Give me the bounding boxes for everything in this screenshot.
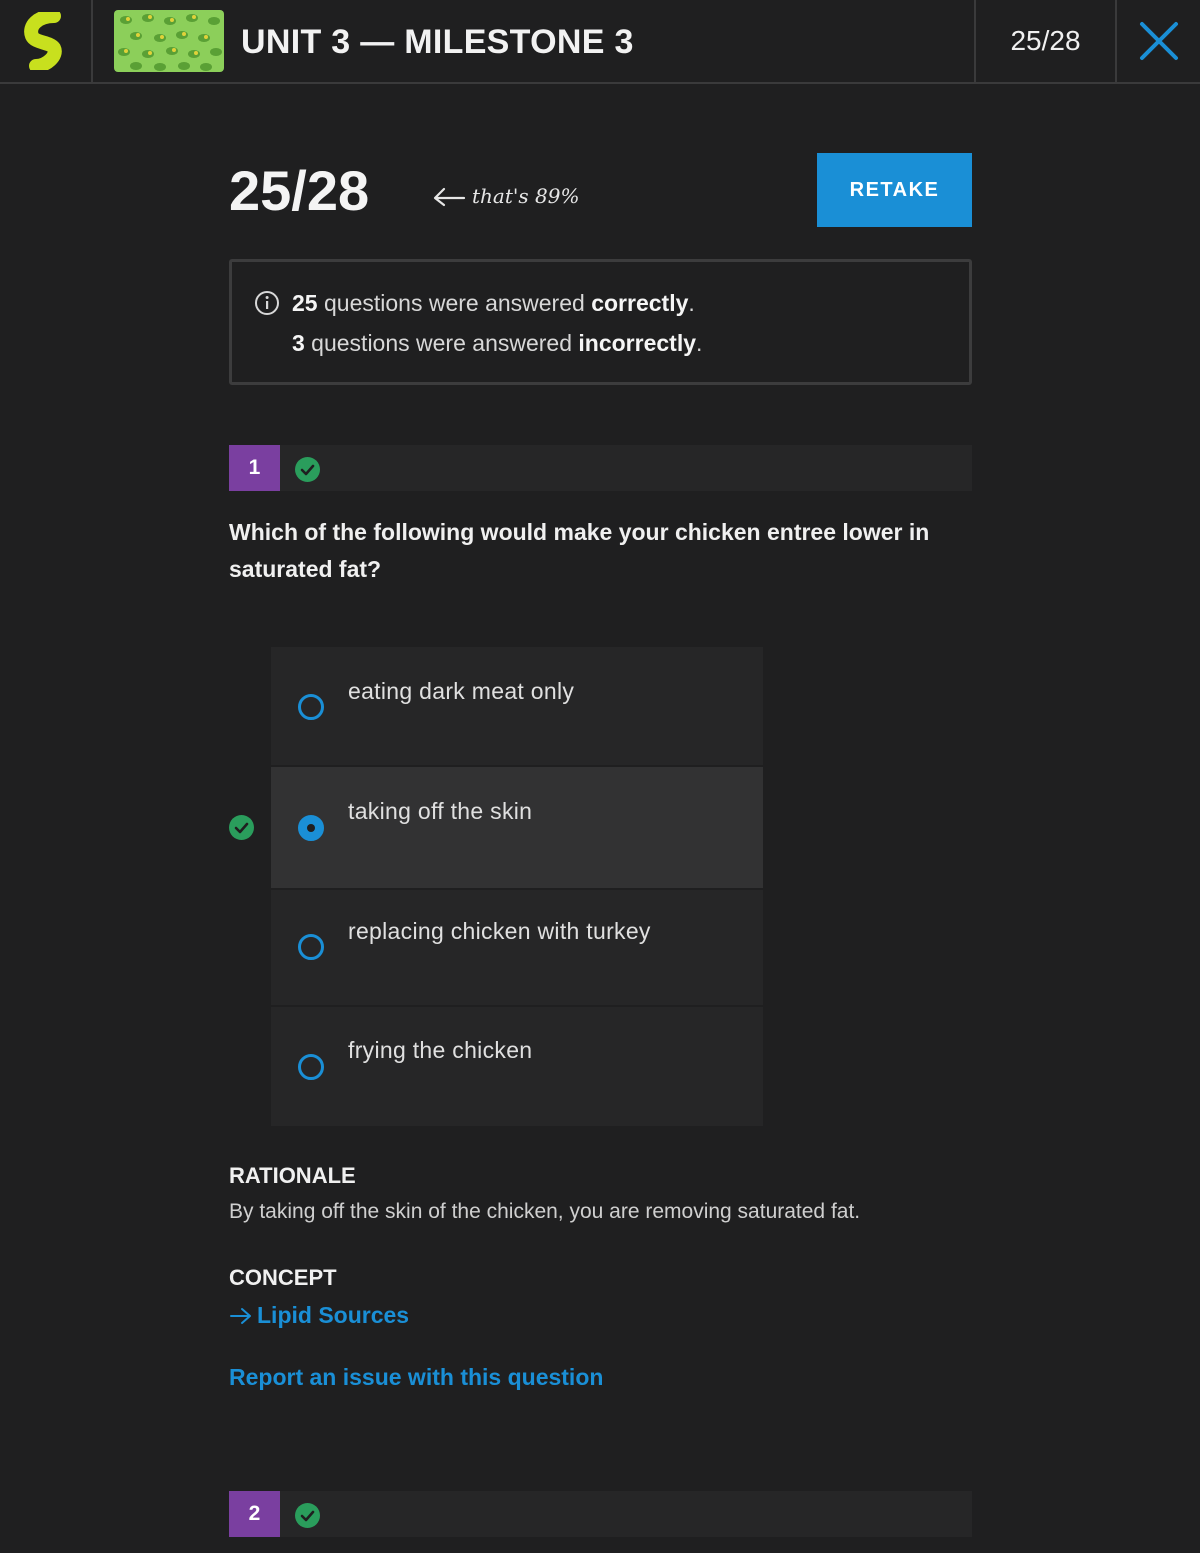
radio-button[interactable] bbox=[298, 1054, 324, 1080]
option-label: frying the chicken bbox=[348, 1037, 533, 1063]
answer-option-selected[interactable]: taking off the skin bbox=[271, 765, 763, 888]
concept-link-label: Lipid Sources bbox=[257, 1302, 410, 1328]
correct-summary: 25 questions were answered correctly. bbox=[292, 290, 695, 316]
arrow-left-icon bbox=[433, 187, 466, 207]
report-issue-link[interactable]: Report an issue with this question bbox=[229, 1364, 603, 1391]
page-title: UNIT 3 — MILESTONE 3 bbox=[241, 23, 634, 61]
percent-text: that's 89% bbox=[472, 184, 580, 208]
unit-thumbnail bbox=[114, 10, 224, 72]
logo-icon[interactable] bbox=[0, 0, 93, 82]
rationale-text: By taking off the skin of the chicken, y… bbox=[229, 1200, 861, 1223]
close-icon bbox=[1139, 22, 1178, 60]
answer-option[interactable]: eating dark meat only bbox=[271, 645, 763, 765]
question-header: 1 bbox=[229, 445, 972, 491]
percent-note: that's 89% bbox=[432, 184, 579, 208]
rationale-heading: RATIONALE bbox=[229, 1163, 356, 1188]
answer-option[interactable]: frying the chicken bbox=[271, 1005, 763, 1126]
incorrect-summary: 3 questions were answered incorrectly. bbox=[292, 330, 703, 356]
correct-check-icon bbox=[295, 1503, 320, 1528]
question-number-badge: 2 bbox=[229, 1491, 280, 1537]
option-label: eating dark meat only bbox=[348, 678, 575, 704]
radio-button[interactable] bbox=[298, 934, 324, 960]
correct-answer-check-icon bbox=[229, 815, 254, 840]
arrow-right-icon bbox=[230, 1307, 251, 1324]
concept-heading: CONCEPT bbox=[229, 1265, 337, 1290]
correct-check-icon bbox=[295, 457, 320, 482]
close-button[interactable] bbox=[1117, 0, 1200, 82]
top-bar: UNIT 3 — MILESTONE 3 25/28 bbox=[0, 0, 1200, 84]
concept-link[interactable]: Lipid Sources bbox=[229, 1302, 409, 1329]
radio-button-selected[interactable] bbox=[298, 815, 324, 841]
radio-button[interactable] bbox=[298, 694, 324, 720]
option-label: taking off the skin bbox=[348, 798, 533, 824]
question-header: 2 bbox=[229, 1491, 972, 1537]
answer-options: eating dark meat only taking off the ski… bbox=[271, 645, 763, 1126]
answer-option[interactable]: replacing chicken with turkey bbox=[271, 888, 763, 1005]
retake-button[interactable]: RETAKE bbox=[817, 153, 972, 227]
final-score: 25/28 bbox=[229, 159, 370, 222]
info-icon bbox=[255, 291, 279, 315]
header-score: 25/28 bbox=[974, 0, 1117, 82]
results-summary: 25 questions were answered correctly. 3 … bbox=[229, 259, 972, 385]
question-number-badge: 1 bbox=[229, 445, 280, 491]
option-label: replacing chicken with turkey bbox=[348, 918, 651, 944]
question-text: Which of the following would make your c… bbox=[229, 519, 930, 582]
